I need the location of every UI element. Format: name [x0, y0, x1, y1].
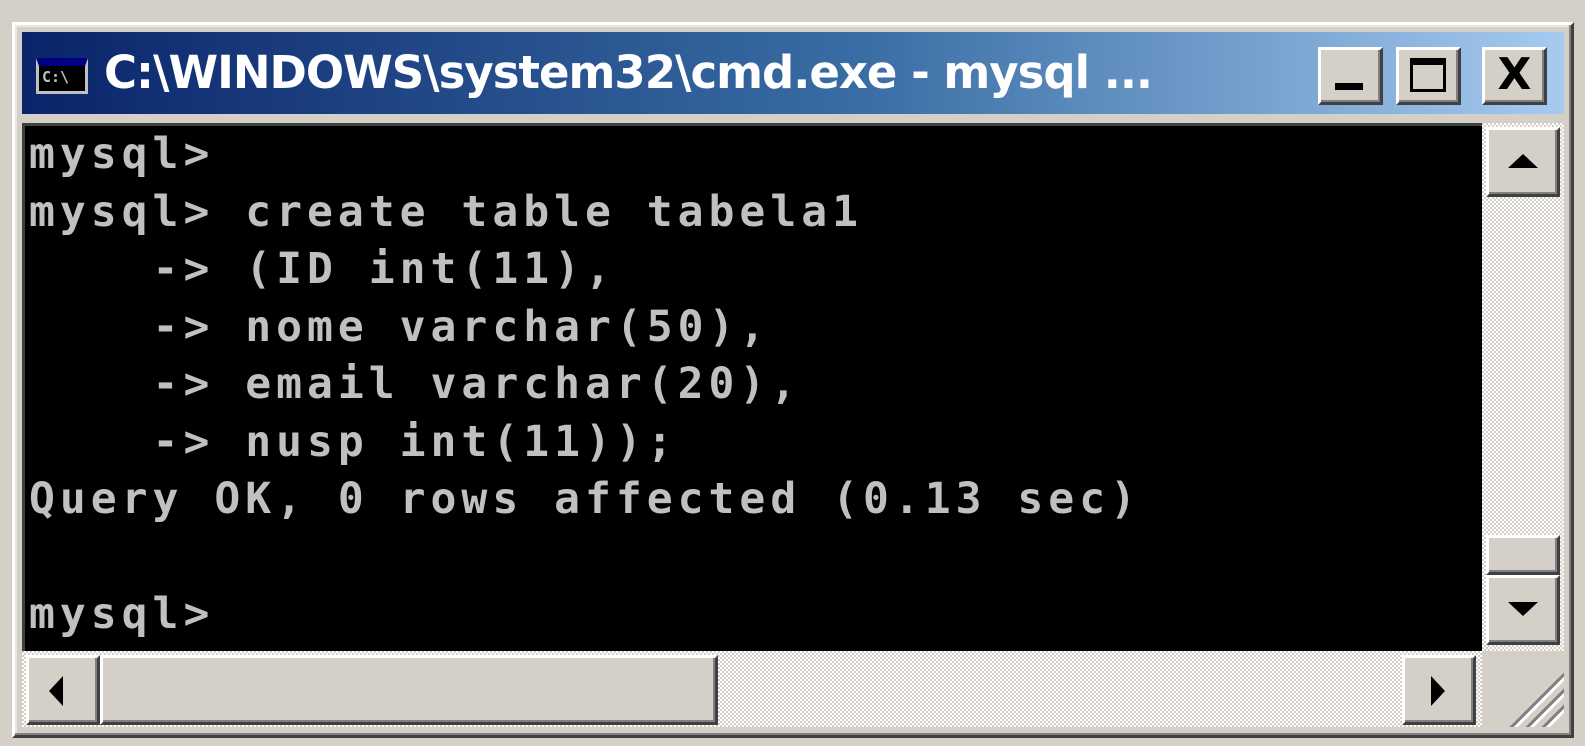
console-line: -> nome varchar(50),: [29, 301, 771, 352]
arrow-down-icon: [1508, 602, 1538, 616]
scroll-left-button[interactable]: [26, 655, 100, 725]
scroll-up-button[interactable]: [1486, 127, 1560, 197]
vertical-scrollbar[interactable]: [1482, 123, 1564, 651]
console-line: -> (ID int(11),: [29, 244, 616, 294]
arrow-up-icon: [1508, 154, 1538, 168]
console-prompt-line[interactable]: mysql>: [25, 586, 1482, 644]
title-bar[interactable]: C:\ C:\WINDOWS\system32\cmd.exe - mysql …: [22, 32, 1564, 114]
minimize-icon: [1335, 83, 1363, 90]
console-line: Query OK, 0 rows affected (0.13 sec): [29, 474, 1141, 524]
horizontal-scroll-thumb[interactable]: [100, 655, 718, 725]
arrow-right-icon: [1431, 676, 1445, 706]
maximize-icon: [1410, 58, 1446, 92]
close-button[interactable]: X: [1482, 47, 1547, 105]
horizontal-scrollbar[interactable]: [22, 651, 1482, 727]
window-title: C:\WINDOWS\system32\cmd.exe - mysql ...: [104, 46, 1153, 99]
close-icon: X: [1497, 49, 1532, 100]
console-line: mysql> create table tabela1: [29, 186, 863, 237]
arrow-left-icon: [49, 676, 63, 706]
scroll-right-button[interactable]: [1402, 655, 1476, 725]
console-window: C:\ C:\WINDOWS\system32\cmd.exe - mysql …: [12, 22, 1574, 738]
scroll-down-button[interactable]: [1486, 575, 1560, 645]
resize-grip[interactable]: [1482, 651, 1564, 727]
console-line: -> email varchar(20),: [29, 359, 802, 409]
vertical-scroll-thumb[interactable]: [1486, 535, 1560, 575]
console-line: -> nusp int(11));: [29, 416, 678, 467]
maximize-button[interactable]: [1396, 47, 1461, 105]
console-line: mysql>: [29, 129, 215, 179]
cmd-console-icon[interactable]: C:\: [36, 58, 88, 94]
minimize-button[interactable]: [1318, 47, 1383, 105]
console-output[interactable]: mysql> mysql> create table tabela1 -> (I…: [22, 123, 1482, 651]
